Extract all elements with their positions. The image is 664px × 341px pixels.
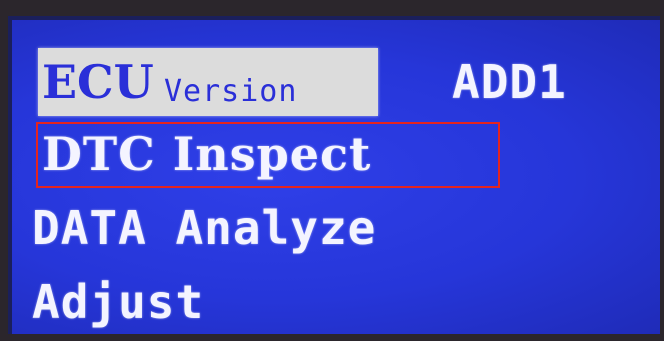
menu-item-adjust[interactable]: Adjust	[32, 270, 204, 334]
diagnostic-device: ECU Version ADD1 DTC Inspect DATA Analyz…	[0, 0, 664, 341]
menu-item-data-analyze[interactable]: DATA Analyze	[32, 196, 376, 260]
menu-item-dtc-inspect[interactable]: DTC Inspect	[42, 124, 371, 184]
ecu-label: ECU	[42, 55, 154, 109]
address-label: ADD1	[452, 55, 567, 109]
menu-item-ecu-version[interactable]: ECU Version	[38, 48, 378, 116]
lcd-screen: ECU Version ADD1 DTC Inspect DATA Analyz…	[8, 16, 660, 334]
version-label: Version	[164, 74, 298, 109]
